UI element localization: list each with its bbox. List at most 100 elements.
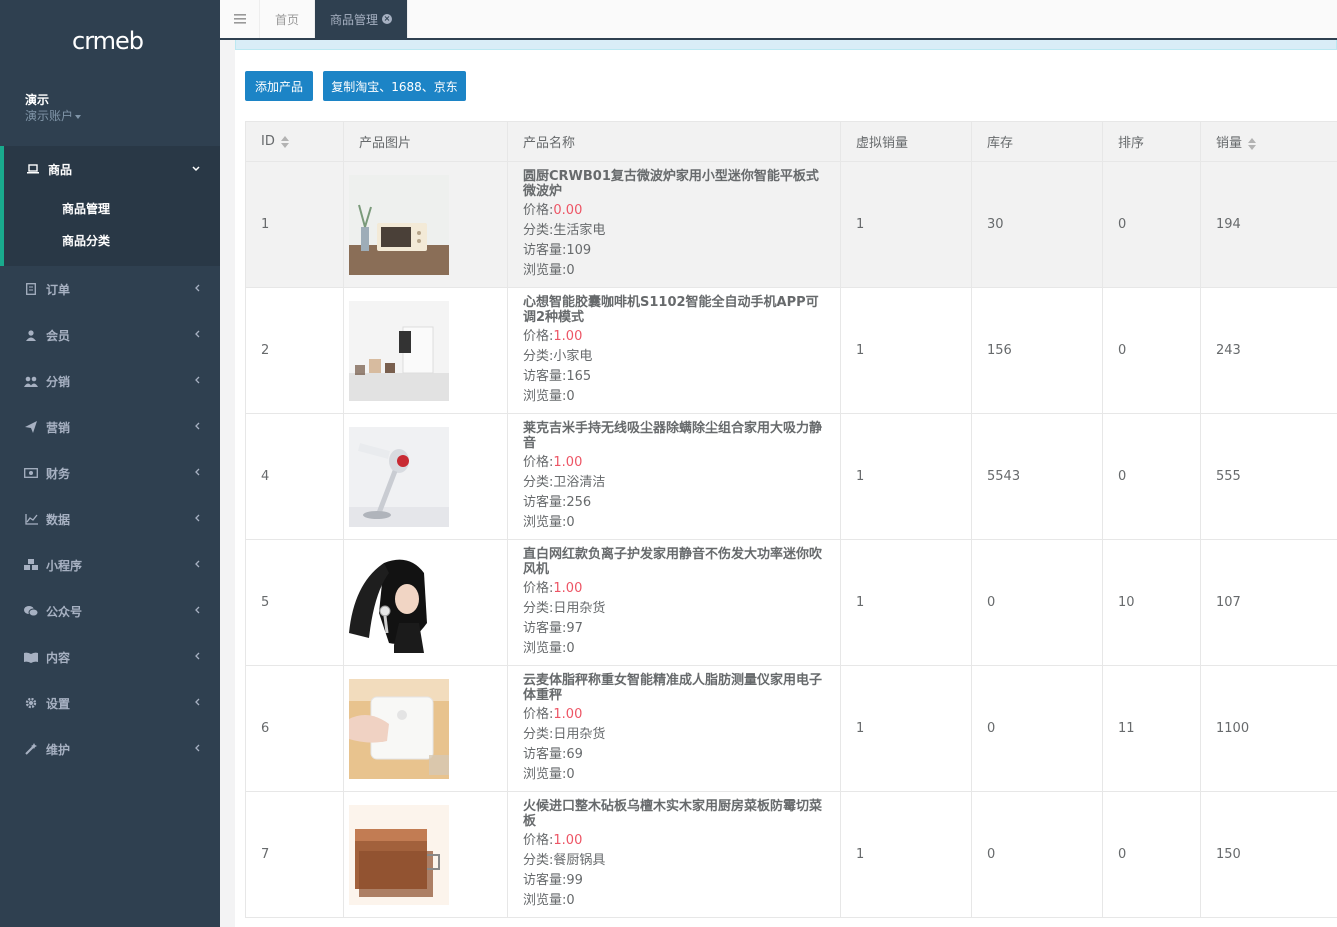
views-label: 浏览量: xyxy=(523,892,567,908)
chevron-left-icon xyxy=(194,468,200,479)
sidebar-item-miniprogram[interactable]: 小程序 xyxy=(0,542,220,588)
main-content: 添加产品 复制淘宝、1688、京东 ID 产品图片 产品名称 虚拟销量 库存 排… xyxy=(220,40,1337,927)
tab-product-management[interactable]: 商品管理 × xyxy=(315,0,409,38)
vacuum-thumbnail xyxy=(349,426,449,527)
sidebar-item-products[interactable]: 商品 xyxy=(4,146,220,192)
user-role-dropdown[interactable]: 演示账户 xyxy=(25,108,195,124)
cell-product-info: 心想智能胶囊咖啡机S1102智能全自动手机APP可调2种模式 价格:1.00 分… xyxy=(507,287,841,414)
sidebar-item-official-account[interactable]: 公众号 xyxy=(0,588,220,634)
cell-sort: 0 xyxy=(1102,413,1201,540)
product-table: ID 产品图片 产品名称 虚拟销量 库存 排序 销量 1 圆厨CRWB01复古微… xyxy=(245,121,1337,918)
cell-virtual-sales: 1 xyxy=(840,665,972,792)
category-value: 生活家电 xyxy=(553,222,606,238)
chevron-left-icon xyxy=(194,376,200,387)
chevron-left-icon xyxy=(194,606,200,617)
cell-image xyxy=(343,791,508,918)
cell-sales: 107 xyxy=(1200,539,1337,666)
hamburger-icon xyxy=(233,14,246,24)
product-name[interactable]: 心想智能胶囊咖啡机S1102智能全自动手机APP可调2种模式 xyxy=(523,295,825,325)
product-price: 价格:1.00 xyxy=(523,831,825,851)
copy-product-button[interactable]: 复制淘宝、1688、京东 xyxy=(323,71,466,101)
cell-product-info: 云麦体脂秤称重女智能精准成人脂肪测量仪家用电子体重秤 价格:1.00 分类:日用… xyxy=(507,665,841,792)
header-label: 销量 xyxy=(1216,136,1243,151)
visitors-label: 访客量: xyxy=(523,872,567,888)
sidebar-subitem-product-management[interactable]: 商品管理 xyxy=(4,192,220,224)
product-category: 分类:日用杂货 xyxy=(523,599,825,619)
product-visitors: 访客量:109 xyxy=(523,241,825,261)
product-views: 浏览量:0 xyxy=(523,639,825,659)
category-label: 分类: xyxy=(523,852,554,868)
sidebar-item-label: 内容 xyxy=(46,650,71,665)
column-header-sales[interactable]: 销量 xyxy=(1200,121,1337,162)
product-name[interactable]: 直白网红款负离子护发家用静音不伤发大功率迷你吹风机 xyxy=(523,547,825,577)
sidebar-item-settings[interactable]: 设置 xyxy=(0,680,220,726)
sidebar-subitem-product-category[interactable]: 商品分类 xyxy=(4,224,220,256)
cell-product-info: 直白网红款负离子护发家用静音不伤发大功率迷你吹风机 价格:1.00 分类:日用杂… xyxy=(507,539,841,666)
close-tab-icon[interactable]: × xyxy=(382,14,393,24)
price-value: 1.00 xyxy=(553,580,583,596)
sidebar-item-finance[interactable]: 财务 xyxy=(0,450,220,496)
sidebar: crmeb 演示 演示账户 商品 商品管理 商品分类 订单 会员 分销 营销 财… xyxy=(0,0,220,927)
sidebar-item-members[interactable]: 会员 xyxy=(0,312,220,358)
table-row[interactable]: 2 心想智能胶囊咖啡机S1102智能全自动手机APP可调2种模式 价格:1.00… xyxy=(245,287,1337,414)
views-label: 浏览量: xyxy=(523,262,567,278)
sidebar-item-label: 分销 xyxy=(46,374,71,389)
product-name[interactable]: 云麦体脂秤称重女智能精准成人脂肪测量仪家用电子体重秤 xyxy=(523,673,825,703)
cell-product-info: 莱克吉米手持无线吸尘器除螨除尘组合家用大吸力静音 价格:1.00 分类:卫浴清洁… xyxy=(507,413,841,540)
add-product-button[interactable]: 添加产品 xyxy=(245,71,313,101)
column-header-name: 产品名称 xyxy=(507,121,841,162)
crmeb-logo: crmeb xyxy=(0,0,220,80)
sidebar-item-orders[interactable]: 订单 xyxy=(0,266,220,312)
cell-id: 2 xyxy=(245,287,344,414)
product-price: 价格:1.00 xyxy=(523,327,825,347)
product-views: 浏览量:0 xyxy=(523,765,825,785)
visitors-label: 访客量: xyxy=(523,746,567,762)
category-label: 分类: xyxy=(523,222,554,238)
sidebar-item-distribution[interactable]: 分销 xyxy=(0,358,220,404)
cell-sort: 0 xyxy=(1102,287,1201,414)
table-row[interactable]: 6 云麦体脂秤称重女智能精准成人脂肪测量仪家用电子体重秤 价格:1.00 分类:… xyxy=(245,665,1337,792)
cell-sales: 194 xyxy=(1200,161,1337,288)
column-header-sort: 排序 xyxy=(1102,121,1201,162)
visitors-label: 访客量: xyxy=(523,494,567,510)
product-name[interactable]: 圆厨CRWB01复古微波炉家用小型迷你智能平板式微波炉 xyxy=(523,169,825,199)
sidebar-item-content[interactable]: 内容 xyxy=(0,634,220,680)
product-name[interactable]: 莱克吉米手持无线吸尘器除螨除尘组合家用大吸力静音 xyxy=(523,421,825,451)
visitors-value: 69 xyxy=(566,746,583,762)
table-row[interactable]: 4 莱克吉米手持无线吸尘器除螨除尘组合家用大吸力静音 价格:1.00 分类:卫浴… xyxy=(245,413,1337,540)
table-row[interactable]: 1 圆厨CRWB01复古微波炉家用小型迷你智能平板式微波炉 价格:0.00 分类… xyxy=(245,161,1337,288)
send-icon xyxy=(24,420,38,434)
views-label: 浏览量: xyxy=(523,388,567,404)
product-visitors: 访客量:97 xyxy=(523,619,825,639)
sidebar-item-label: 商品 xyxy=(48,162,73,177)
chart-icon xyxy=(24,512,38,526)
tab-home[interactable]: 首页 xyxy=(260,0,316,38)
sidebar-item-label: 数据 xyxy=(46,512,71,527)
sort-icon[interactable] xyxy=(1248,137,1257,150)
price-label: 价格: xyxy=(523,202,554,218)
sidebar-item-marketing[interactable]: 营销 xyxy=(0,404,220,450)
sort-icon[interactable] xyxy=(280,135,289,148)
price-label: 价格: xyxy=(523,454,554,470)
table-row[interactable]: 5 直白网红款负离子护发家用静音不伤发大功率迷你吹风机 价格:1.00 分类:日… xyxy=(245,539,1337,666)
visitors-label: 访客量: xyxy=(523,620,567,636)
cell-virtual-sales: 1 xyxy=(840,161,972,288)
nav-group-products: 商品 商品管理 商品分类 xyxy=(0,146,220,266)
sidebar-item-data[interactable]: 数据 xyxy=(0,496,220,542)
price-value: 1.00 xyxy=(553,832,583,848)
tab-label: 商品管理 xyxy=(330,12,379,27)
product-name[interactable]: 火候进口整木砧板乌檀木实木家用厨房菜板防霉切菜板 xyxy=(523,799,825,829)
user-profile[interactable]: 演示 演示账户 xyxy=(0,80,220,146)
header-label: ID xyxy=(261,134,275,149)
sidebar-item-label: 小程序 xyxy=(46,558,83,573)
views-value: 0 xyxy=(566,640,575,656)
sidebar-item-maintenance[interactable]: 维护 xyxy=(0,726,220,772)
sidebar-item-label: 设置 xyxy=(46,696,71,711)
cell-sort: 11 xyxy=(1102,665,1201,792)
column-header-id[interactable]: ID xyxy=(245,121,344,162)
visitors-label: 访客量: xyxy=(523,368,567,384)
cell-id: 4 xyxy=(245,413,344,540)
menu-toggle-button[interactable] xyxy=(220,0,260,38)
users-icon xyxy=(24,374,38,388)
table-row[interactable]: 7 火候进口整木砧板乌檀木实木家用厨房菜板防霉切菜板 价格:1.00 分类:餐厨… xyxy=(245,791,1337,918)
